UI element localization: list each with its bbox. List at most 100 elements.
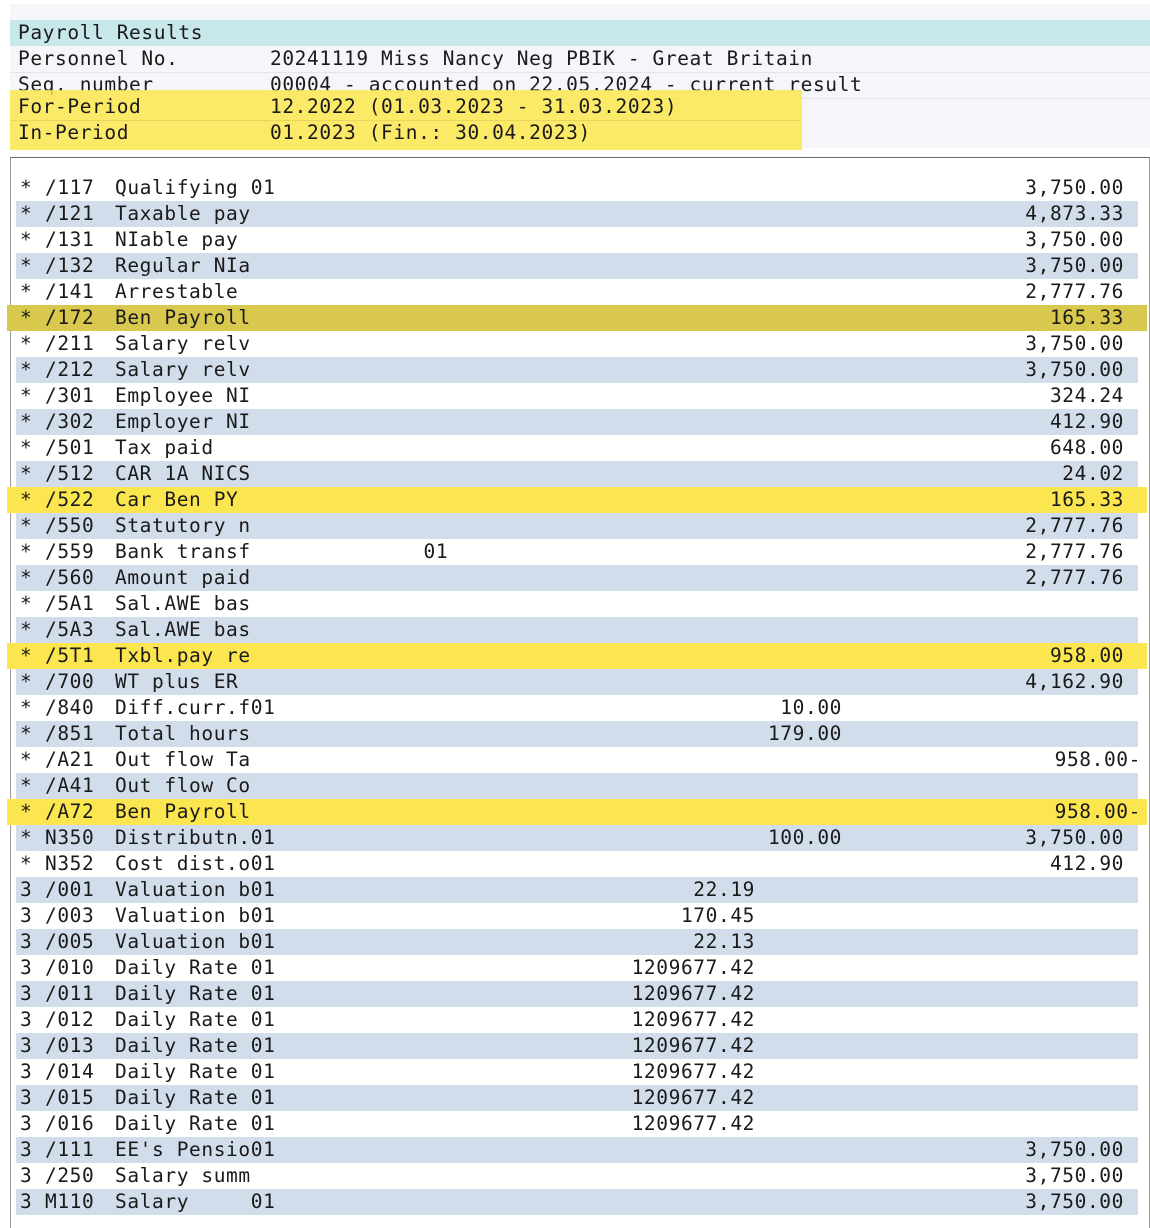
wage-type-code: /560 xyxy=(45,566,95,589)
result-row[interactable]: * /851 Total hours 179.00 xyxy=(16,721,1138,747)
amount-value: 412.90 xyxy=(1049,410,1124,433)
result-row[interactable]: * /A72 Ben Payroll 958.00- xyxy=(7,799,1147,825)
header-field-value: 01.2023 (Fin.: 30.04.2023) xyxy=(270,121,591,144)
row-flag: * xyxy=(20,280,33,303)
result-row[interactable]: * /A21 Out flow Ta 958.00- xyxy=(16,747,1140,773)
result-row[interactable]: * /5T1 Txbl.pay re 958.00 xyxy=(7,643,1147,669)
row-flag: * xyxy=(20,332,33,355)
wage-type-text: Cost dist.o01 xyxy=(115,852,276,875)
result-row[interactable]: * /522 Car Ben PY 165.33 xyxy=(7,487,1147,513)
row-flag: * xyxy=(20,644,33,667)
amount-value: 2,777.76 xyxy=(1025,280,1124,303)
header-field-label: Personnel No. xyxy=(18,47,179,70)
row-flag: * xyxy=(20,800,33,823)
result-row[interactable]: * /512 CAR 1A NICS 24.02 xyxy=(16,461,1138,487)
amount-value: 165.33 xyxy=(1049,306,1124,329)
amount-value: 3,750.00 xyxy=(1025,332,1124,355)
amount-value: 2,777.76 xyxy=(1025,514,1124,537)
rate-value: 1209677.42 xyxy=(631,1034,755,1057)
result-row[interactable]: 3 M110 Salary 01 3,750.00 xyxy=(16,1189,1138,1215)
wage-type-code: /501 xyxy=(45,436,95,459)
result-row[interactable]: 3/016 Daily Rate 01 1209677.42 xyxy=(16,1111,1138,1137)
wage-type-text: CAR 1A NICS xyxy=(115,462,251,485)
wage-type-text: Txbl.pay re xyxy=(115,644,251,667)
row-flag: * xyxy=(20,228,33,251)
result-row[interactable]: 3/111 EE's Pensio01 3,750.00 xyxy=(16,1137,1138,1163)
result-row[interactable]: 3/013 Daily Rate 01 1209677.42 xyxy=(16,1033,1138,1059)
wage-type-code: /016 xyxy=(45,1112,95,1135)
result-row[interactable]: * /840 Diff.curr.f01 10.00 xyxy=(16,695,1138,721)
wage-type-text: Ben Payroll xyxy=(115,306,251,329)
row-flag: 3 xyxy=(20,982,33,1005)
wage-type-code: /302 xyxy=(45,410,95,433)
row-flag: * xyxy=(20,488,33,511)
wage-type-text: Daily Rate 01 xyxy=(115,1008,276,1031)
result-row[interactable]: * /121 Taxable pay 4,873.33 xyxy=(16,201,1138,227)
result-row[interactable]: * /211 Salary relv 3,750.00 xyxy=(16,331,1138,357)
result-row[interactable]: 3/015 Daily Rate 01 1209677.42 xyxy=(16,1085,1138,1111)
wage-type-code: /001 xyxy=(45,878,95,901)
result-row[interactable]: 3/250 Salary summ 3,750.00 xyxy=(16,1163,1138,1189)
result-row[interactable]: * /132 Regular NIa 3,750.00 xyxy=(16,253,1138,279)
result-row[interactable]: * /5A3 Sal.AWE bas xyxy=(16,617,1138,643)
result-row[interactable]: 3/014 Daily Rate 01 1209677.42 xyxy=(16,1059,1138,1085)
wage-type-text: Car Ben PY xyxy=(115,488,239,511)
row-flag: * xyxy=(20,540,33,563)
wage-type-code: /A72 xyxy=(45,800,95,823)
amount-value: 4,873.33 xyxy=(1025,202,1124,225)
row-flag: * xyxy=(20,202,33,225)
wage-type-code: /5A3 xyxy=(45,618,95,641)
wage-type-text: Daily Rate 01 xyxy=(115,1086,276,1109)
result-row[interactable]: * /5A1 Sal.AWE bas xyxy=(16,591,1138,617)
result-row[interactable]: * /560 Amount paid 2,777.76 xyxy=(16,565,1138,591)
amount-value: 3,750.00 xyxy=(1025,228,1124,251)
result-row[interactable]: * N352 Cost dist.o01 412.90 xyxy=(16,851,1138,877)
wage-type-code: /250 xyxy=(45,1164,95,1187)
row-flag: * xyxy=(20,436,33,459)
header-field-value: 20241119 Miss Nancy Neg PBIK - Great Bri… xyxy=(270,47,813,70)
result-row[interactable]: * /302 Employer NI 412.90 xyxy=(16,409,1138,435)
wage-type-code: /512 xyxy=(45,462,95,485)
rate-value: 1209677.42 xyxy=(631,956,755,979)
wage-type-code: /010 xyxy=(45,956,95,979)
result-row[interactable]: * /212 Salary relv 3,750.00 xyxy=(16,357,1138,383)
rate-value: 170.45 xyxy=(680,904,755,927)
wage-type-code: /840 xyxy=(45,696,95,719)
result-row[interactable]: * /501 Tax paid 648.00 xyxy=(16,435,1138,461)
result-row[interactable]: * /559 Bank transf 01 2,777.76 xyxy=(16,539,1138,565)
row-flag: * xyxy=(20,384,33,407)
row-flag: * xyxy=(20,176,33,199)
amount-value: 2,777.76 xyxy=(1025,566,1124,589)
wage-type-text: Distributn.01 xyxy=(115,826,276,849)
result-row[interactable]: * /141 Arrestable 2,777.76 xyxy=(16,279,1138,305)
result-row[interactable]: * /117 Qualifying 01 3,750.00 xyxy=(16,175,1138,201)
wage-type-code: /117 xyxy=(45,176,95,199)
wage-type-code: /111 xyxy=(45,1138,95,1161)
result-row[interactable]: 3/005 Valuation b01 22.13 xyxy=(16,929,1138,955)
amount-value: 2,777.76 xyxy=(1025,540,1124,563)
wage-type-text: Salary 01 xyxy=(115,1190,276,1213)
wage-type-code: /A41 xyxy=(45,774,95,797)
wage-type-code: /011 xyxy=(45,982,95,1005)
header-field-label: For-Period xyxy=(18,95,142,118)
result-row[interactable]: * /301 Employee NI 324.24 xyxy=(16,383,1138,409)
results-list: * /117 Qualifying 01 3,750.00 * /121 Taxable p… xyxy=(7,157,1150,1228)
row-flag: 3 xyxy=(20,1164,33,1187)
result-row[interactable]: * /131 NIable pay 3,750.00 xyxy=(16,227,1138,253)
result-row[interactable]: * N350 Distributn.01 100.00 3,750.00 xyxy=(16,825,1138,851)
result-row[interactable]: 3/010 Daily Rate 01 1209677.42 xyxy=(16,955,1138,981)
result-row[interactable]: 3/003 Valuation b01 170.45 xyxy=(16,903,1138,929)
result-row[interactable]: * /172 Ben Payroll 165.33 xyxy=(7,305,1147,331)
row-flag: 3 xyxy=(20,1190,33,1213)
result-row[interactable]: * /A41 Out flow Co xyxy=(16,773,1138,799)
result-row[interactable]: * /550 Statutory n 2,777.76 xyxy=(16,513,1138,539)
amount-value: 958.00- xyxy=(1054,800,1141,823)
result-row[interactable]: * /700 WT plus ER 4,162.90 xyxy=(16,669,1138,695)
wage-type-text: Amount paid xyxy=(115,566,251,589)
result-row[interactable]: 3/011 Daily Rate 01 1209677.42 xyxy=(16,981,1138,1007)
row-flag: 3 xyxy=(20,956,33,979)
amount-value: 3,750.00 xyxy=(1025,358,1124,381)
wage-type-text: Total hours xyxy=(115,722,251,745)
result-row[interactable]: 3/001 Valuation b01 22.19 xyxy=(16,877,1138,903)
result-row[interactable]: 3/012 Daily Rate 01 1209677.42 xyxy=(16,1007,1138,1033)
